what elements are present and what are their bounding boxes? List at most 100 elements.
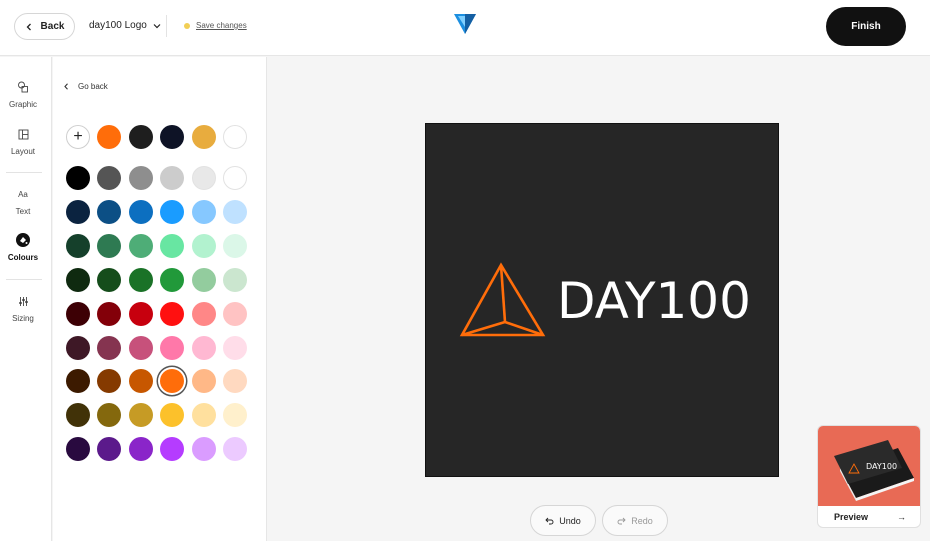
colour-panel: Go back + bbox=[53, 57, 267, 541]
palette-colour-swatch[interactable] bbox=[223, 336, 247, 360]
palette-colour-swatch[interactable] bbox=[160, 234, 184, 258]
palette-colour-swatch[interactable] bbox=[160, 302, 184, 326]
palette-colour-swatch[interactable] bbox=[129, 302, 153, 326]
palette-colour-swatch[interactable] bbox=[223, 234, 247, 258]
palette-colour-swatch[interactable] bbox=[97, 166, 121, 190]
chevron-left-icon bbox=[26, 23, 31, 30]
rail-divider bbox=[6, 172, 42, 173]
go-back-link[interactable]: Go back bbox=[63, 82, 108, 91]
save-changes-label: Save changes bbox=[196, 21, 247, 30]
palette-colour-swatch[interactable] bbox=[129, 403, 153, 427]
layout-icon bbox=[16, 127, 30, 141]
document-name-dropdown[interactable]: day100 Logo bbox=[89, 20, 161, 31]
palette-colour-swatch[interactable] bbox=[129, 336, 153, 360]
preview-card-text: DAY100 bbox=[866, 462, 898, 471]
palette-colour-swatch[interactable] bbox=[97, 403, 121, 427]
preview-card[interactable]: DAY100 Preview → bbox=[817, 425, 921, 528]
palette-colour-swatch[interactable] bbox=[129, 437, 153, 461]
undo-button[interactable]: Undo bbox=[530, 505, 596, 536]
recent-colour-swatch[interactable] bbox=[192, 125, 216, 149]
recent-colour-swatch[interactable] bbox=[129, 125, 153, 149]
palette-colour-swatch[interactable] bbox=[66, 336, 90, 360]
palette-colour-swatch[interactable] bbox=[160, 437, 184, 461]
palette-colour-swatch[interactable] bbox=[192, 166, 216, 190]
colour-drop-icon bbox=[16, 233, 30, 247]
palette-colour-swatch[interactable] bbox=[160, 200, 184, 224]
palette-colour-swatch[interactable] bbox=[223, 166, 247, 190]
preview-label: Preview bbox=[834, 512, 869, 522]
finish-button[interactable]: Finish bbox=[826, 7, 906, 46]
palette-colour-swatch[interactable] bbox=[223, 268, 247, 292]
rail-item-graphic[interactable]: Graphic bbox=[0, 80, 46, 109]
back-button[interactable]: Back bbox=[14, 13, 75, 40]
palette-colour-swatch[interactable] bbox=[160, 336, 184, 360]
palette-colour-swatch[interactable] bbox=[160, 369, 184, 393]
palette-colour-swatch[interactable] bbox=[129, 268, 153, 292]
logo-artboard[interactable]: DAY100 bbox=[425, 123, 779, 477]
palette-colour-swatch[interactable] bbox=[192, 234, 216, 258]
palette-colour-swatch[interactable] bbox=[97, 369, 121, 393]
palette-colour-swatch[interactable] bbox=[97, 234, 121, 258]
palette-colour-swatch[interactable] bbox=[223, 437, 247, 461]
palette-colour-swatch[interactable] bbox=[160, 268, 184, 292]
brand-logo-icon bbox=[454, 14, 476, 34]
rail-item-sizing[interactable]: Sizing bbox=[0, 294, 46, 323]
rail-label: Graphic bbox=[8, 100, 37, 109]
palette-colour-swatch[interactable] bbox=[192, 437, 216, 461]
triangle-logo-mark-icon bbox=[459, 262, 546, 337]
palette-colour-swatch[interactable] bbox=[97, 268, 121, 292]
palette-colour-swatch[interactable] bbox=[129, 234, 153, 258]
palette-colour-swatch[interactable] bbox=[97, 200, 121, 224]
rail-item-colours[interactable]: Colours bbox=[0, 233, 46, 262]
rail-label: Text bbox=[15, 207, 31, 216]
graphic-icon bbox=[16, 80, 30, 94]
rail-item-text[interactable]: Aa Text bbox=[0, 187, 46, 217]
business-card-preview-image: DAY100 bbox=[818, 426, 920, 506]
palette-colour-swatch[interactable] bbox=[192, 336, 216, 360]
palette-colour-swatch[interactable] bbox=[66, 234, 90, 258]
recent-colour-swatch[interactable] bbox=[160, 125, 184, 149]
undo-icon bbox=[545, 517, 554, 524]
palette-colour-swatch[interactable] bbox=[223, 302, 247, 326]
undo-label: Undo bbox=[559, 515, 581, 526]
palette-colour-swatch[interactable] bbox=[160, 166, 184, 190]
palette-colour-swatch[interactable] bbox=[129, 369, 153, 393]
header-divider bbox=[166, 15, 167, 37]
palette-colour-swatch[interactable] bbox=[160, 403, 184, 427]
save-changes-link[interactable]: Save changes bbox=[184, 21, 247, 30]
palette-colour-swatch[interactable] bbox=[66, 200, 90, 224]
palette-colour-swatch[interactable] bbox=[66, 166, 90, 190]
top-header: Back day100 Logo Save changes Finish bbox=[0, 0, 930, 56]
palette-colour-swatch[interactable] bbox=[97, 336, 121, 360]
palette-colour-swatch[interactable] bbox=[97, 437, 121, 461]
recent-colour-swatch[interactable] bbox=[97, 125, 121, 149]
add-colour-button[interactable]: + bbox=[66, 125, 90, 149]
palette-colour-swatch[interactable] bbox=[129, 166, 153, 190]
palette-colour-swatch[interactable] bbox=[66, 369, 90, 393]
recent-colour-swatch[interactable] bbox=[223, 125, 247, 149]
palette-colour-swatch[interactable] bbox=[66, 437, 90, 461]
rail-label: Colours bbox=[7, 253, 39, 262]
rail-label: Sizing bbox=[12, 314, 34, 323]
palette-colour-swatch[interactable] bbox=[97, 302, 121, 326]
chevron-down-icon bbox=[153, 23, 161, 28]
palette-colour-swatch[interactable] bbox=[192, 403, 216, 427]
redo-icon bbox=[617, 517, 626, 524]
palette-colour-swatch[interactable] bbox=[223, 369, 247, 393]
palette-colour-swatch[interactable] bbox=[66, 268, 90, 292]
arrow-right-icon: → bbox=[897, 512, 906, 522]
palette-colour-swatch[interactable] bbox=[192, 369, 216, 393]
palette-colour-swatch[interactable] bbox=[223, 200, 247, 224]
palette-colour-swatch[interactable] bbox=[129, 200, 153, 224]
palette-colour-swatch[interactable] bbox=[223, 403, 247, 427]
redo-button[interactable]: Redo bbox=[602, 505, 668, 536]
palette-colour-swatch[interactable] bbox=[66, 302, 90, 326]
document-name: day100 Logo bbox=[89, 20, 147, 31]
unsaved-indicator-dot bbox=[184, 22, 190, 29]
palette-colour-swatch[interactable] bbox=[66, 403, 90, 427]
palette-colour-swatch[interactable] bbox=[192, 200, 216, 224]
chevron-left-icon bbox=[64, 83, 68, 90]
palette-colour-swatch[interactable] bbox=[192, 302, 216, 326]
rail-item-layout[interactable]: Layout bbox=[0, 127, 46, 156]
palette-colour-swatch[interactable] bbox=[192, 268, 216, 292]
